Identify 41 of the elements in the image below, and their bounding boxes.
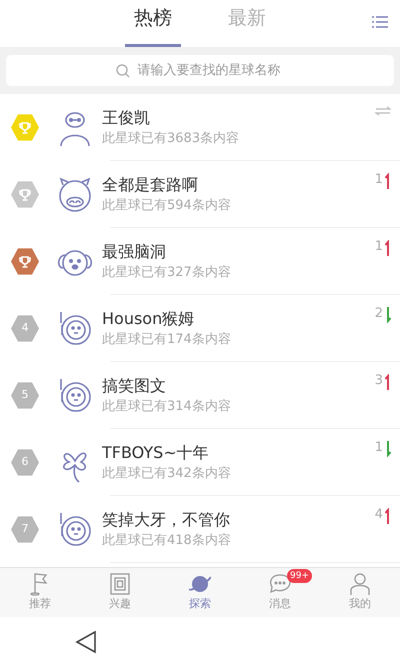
content-count: 此星球已有3683条内容 — [102, 130, 240, 148]
unread-badge: 99+ — [287, 569, 312, 583]
back-icon[interactable] — [75, 630, 97, 654]
rank-change: 4 — [374, 508, 383, 521]
content-count: 此星球已有594条内容 — [102, 196, 232, 214]
rank-change: 1 — [374, 441, 383, 454]
list-item[interactable]: 6 TFBOYS~十年 此星球已有342条内容 1 — [0, 429, 400, 496]
planet-name: 王俊凯 — [102, 106, 151, 128]
rank-badge: 4 — [11, 314, 39, 342]
list-item[interactable]: 7 笑掉大牙，不管你 此星球已有418条内容 4 — [0, 496, 400, 563]
menu-icon[interactable] — [372, 16, 388, 28]
planet-name: 最强脑洞 — [102, 240, 167, 262]
planet-name: 笑掉大牙，不管你 — [102, 508, 231, 530]
tab[interactable]: 热榜 — [125, 0, 181, 47]
rank-change: 2 — [374, 307, 383, 320]
content-count: 此星球已有327条内容 — [102, 264, 232, 282]
search-field[interactable]: 请输入要查找的星球名称 — [6, 55, 394, 86]
list-item[interactable]: 全都是套路啊 此星球已有594条内容 1 — [0, 161, 400, 228]
list-item[interactable]: 5 搞笑图文 此星球已有314条内容 3 — [0, 362, 400, 429]
content-count: 此星球已有418条内容 — [102, 532, 232, 550]
rank-badge: 6 — [11, 448, 39, 476]
rank-badge: 5 — [11, 382, 39, 410]
square-icon — [108, 572, 132, 596]
planet-name: TFBOYS~十年 — [102, 442, 210, 464]
rank-change: 3 — [374, 374, 383, 387]
list-item[interactable]: 4 Houson猴姆 此星球已有174条内容 2 — [0, 295, 400, 362]
content-count: 此星球已有314条内容 — [102, 398, 232, 416]
planet-name: 全都是套路啊 — [102, 174, 199, 196]
planet-name: 搞笑图文 — [102, 374, 167, 396]
content-count: 此星球已有174条内容 — [102, 330, 232, 348]
planet-name: Houson猴姆 — [102, 308, 196, 330]
person-icon — [348, 572, 372, 596]
list-item[interactable]: 王俊凯 此星球已有3683条内容 — [0, 94, 400, 161]
rank-badge: 7 — [11, 516, 39, 544]
rank-change: 1 — [374, 240, 383, 253]
rank-change: 1 — [374, 173, 383, 186]
list-item[interactable]: 最强脑洞 此星球已有327条内容 1 — [0, 228, 400, 295]
nav-item[interactable]: 消息 99+ — [240, 568, 320, 617]
nav-item[interactable]: 探索 — [160, 568, 240, 617]
content-count: 此星球已有342条内容 — [102, 464, 232, 482]
search-icon — [116, 64, 130, 78]
